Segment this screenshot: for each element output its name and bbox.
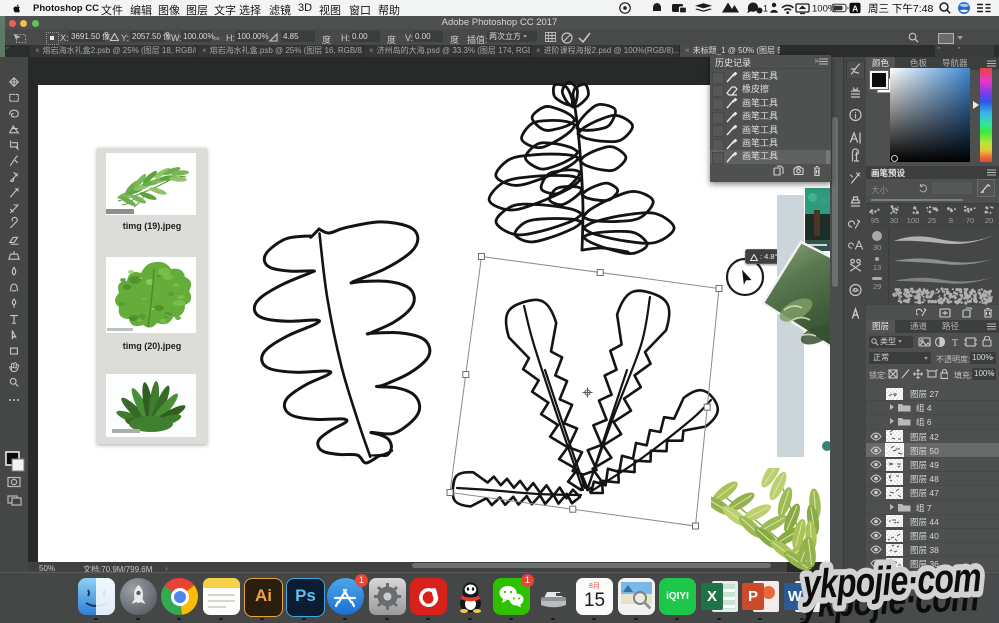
svg-text:A: A <box>852 3 858 13</box>
svg-text:周三 下午7:48: 周三 下午7:48 <box>868 2 934 15</box>
svg-text:30: 30 <box>873 243 881 252</box>
svg-text:29: 29 <box>873 282 881 291</box>
svg-text:1: 1 <box>763 4 768 14</box>
svg-text:T: T <box>952 338 958 348</box>
svg-text:ykpojie·com: ykpojie·com <box>800 554 982 607</box>
svg-text:100%: 100% <box>812 4 837 15</box>
svg-text:13: 13 <box>873 263 881 272</box>
